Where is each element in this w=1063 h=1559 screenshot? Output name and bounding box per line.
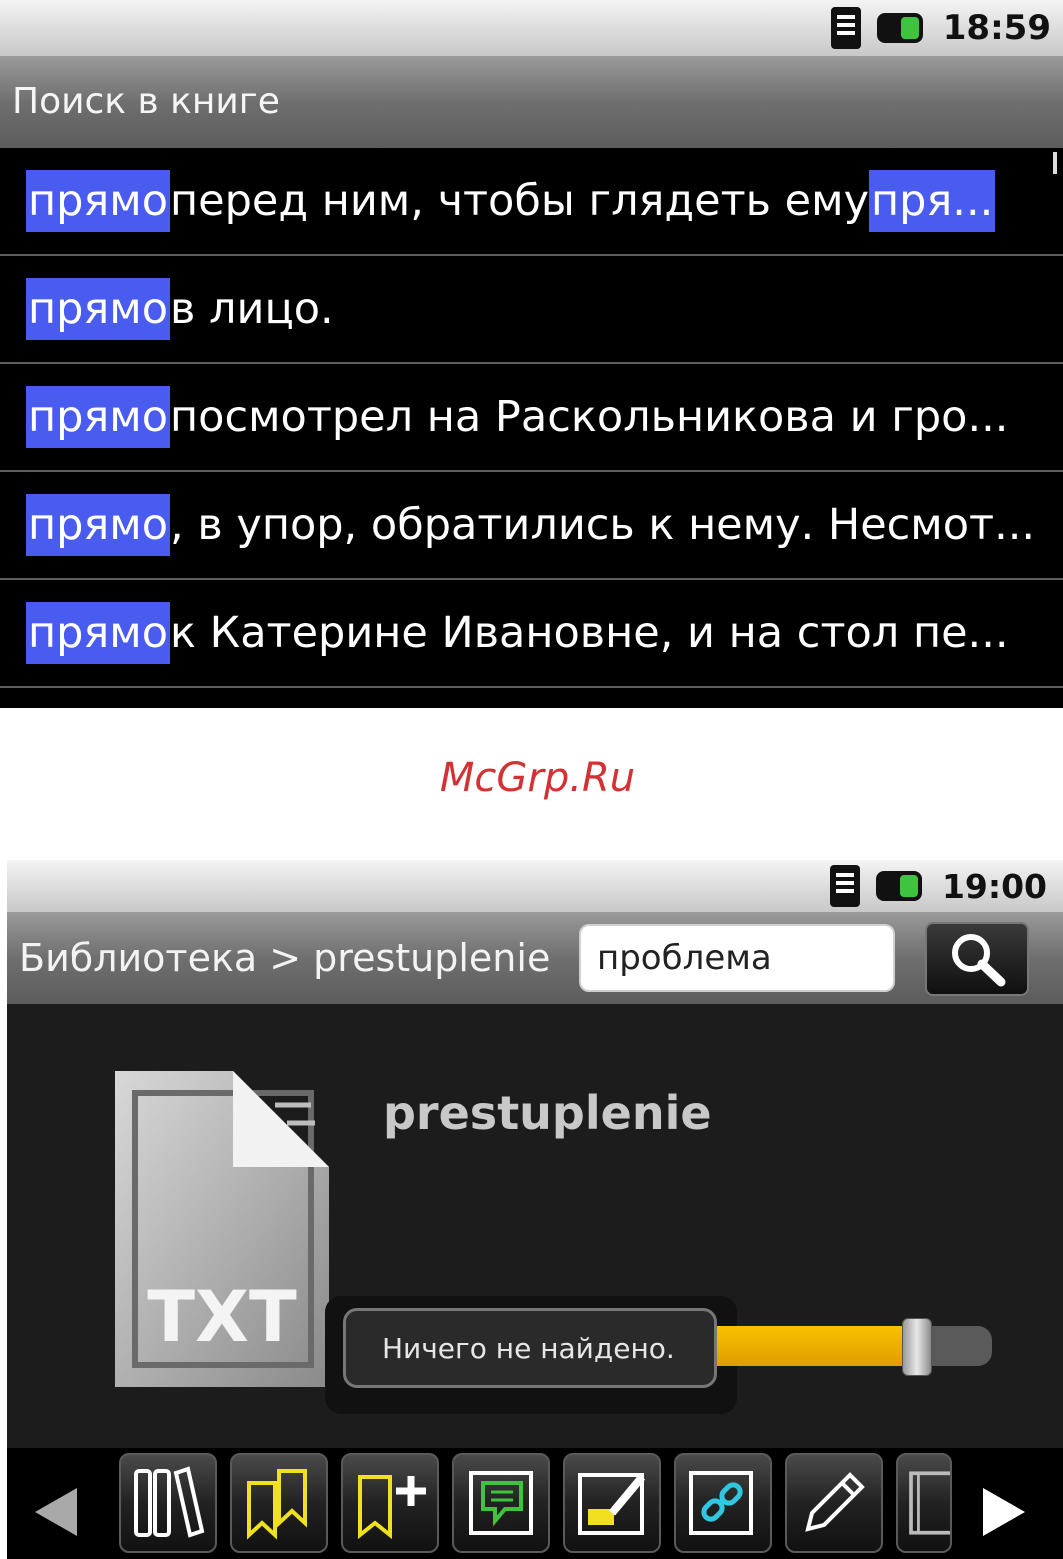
result-text: в лицо.	[170, 284, 334, 334]
wifi-icon	[830, 7, 861, 49]
notes-button[interactable]	[452, 1453, 550, 1553]
match-highlight: прямо	[26, 170, 171, 232]
search-button[interactable]	[925, 922, 1029, 996]
wifi-icon	[829, 865, 860, 907]
search-result-row[interactable]: прямо перед ним, чтобы глядеть ему пря..…	[0, 148, 1063, 256]
header-bar: Библиотека > prestuplenie	[7, 912, 1063, 1004]
highlight-icon	[578, 1473, 646, 1535]
scroll-left-arrow-icon[interactable]	[35, 1488, 77, 1536]
reading-progress-knob[interactable]	[902, 1318, 932, 1376]
bookmarks-button[interactable]	[230, 1453, 328, 1553]
result-text: посмотрел на Раскольникова и гро...	[170, 392, 1009, 442]
scrollbar[interactable]	[1053, 152, 1057, 174]
book-info-button[interactable]	[896, 1453, 952, 1553]
link-button[interactable]	[674, 1453, 772, 1553]
reading-progress-bar	[700, 1326, 992, 1366]
status-bar: 19:00	[7, 860, 1063, 912]
add-bookmark-icon	[358, 1475, 426, 1540]
bottom-toolbar	[7, 1448, 1063, 1559]
highlight-button[interactable]	[563, 1453, 661, 1553]
result-text: , в упор, обратились к нему. Несмот...	[170, 500, 1036, 550]
watermark: McGrp.Ru	[439, 755, 636, 801]
match-highlight: прямо	[26, 494, 171, 556]
add-bookmark-button[interactable]	[341, 1453, 439, 1553]
library-icon	[134, 1466, 205, 1538]
note-icon	[469, 1471, 533, 1535]
library-book-screen: 19:00 Библиотека > prestuplenie проблема…	[7, 860, 1063, 1559]
search-result-row[interactable]: прямо, в упор, обратились к нему. Несмот…	[0, 472, 1063, 580]
file-format-label: TXT	[147, 1276, 297, 1358]
breadcrumb[interactable]: Библиотека > prestuplenie	[19, 936, 550, 980]
match-highlight: прямо	[26, 602, 171, 664]
status-time: 19:00	[941, 866, 1047, 906]
battery-icon	[875, 871, 922, 901]
toast-message: Ничего не найдено.	[343, 1308, 717, 1388]
reading-progress-fill	[700, 1326, 911, 1366]
search-result-row[interactable]: прямо в лицо.	[0, 256, 1063, 364]
status-bar: 18:59	[0, 0, 1063, 56]
search-result-row[interactable]: прямо к Катерине Ивановне, и на стол пе.…	[0, 580, 1063, 688]
page-title: Поиск в книге	[0, 56, 1063, 148]
match-highlight: пря...	[869, 170, 996, 232]
library-button[interactable]	[119, 1453, 217, 1553]
search-input[interactable]	[579, 924, 895, 992]
search-icon	[952, 934, 1006, 987]
txt-file-icon[interactable]: TXT	[115, 1071, 329, 1387]
search-in-book-screen: 18:59 Поиск в книге прямо перед ним, что…	[0, 0, 1063, 708]
result-text: к Катерине Ивановне, и на стол пе...	[170, 608, 1009, 658]
edit-button[interactable]	[785, 1453, 883, 1553]
search-results-list: прямо перед ним, чтобы глядеть ему пря..…	[0, 148, 1063, 708]
link-icon	[689, 1471, 753, 1535]
status-time: 18:59	[942, 8, 1051, 48]
result-text: перед ним, чтобы глядеть ему	[170, 176, 870, 226]
match-highlight: прямо	[26, 278, 171, 340]
pencil-icon	[805, 1472, 865, 1532]
scroll-right-arrow-icon[interactable]	[983, 1488, 1025, 1536]
bookmarks-icon	[247, 1469, 307, 1540]
match-highlight: прямо	[26, 386, 171, 448]
book-title: prestuplenie	[383, 1086, 712, 1140]
battery-icon	[876, 13, 923, 43]
search-result-row[interactable]: прямо посмотрел на Раскольникова и гро..…	[0, 364, 1063, 472]
book-info-icon	[909, 1471, 950, 1535]
